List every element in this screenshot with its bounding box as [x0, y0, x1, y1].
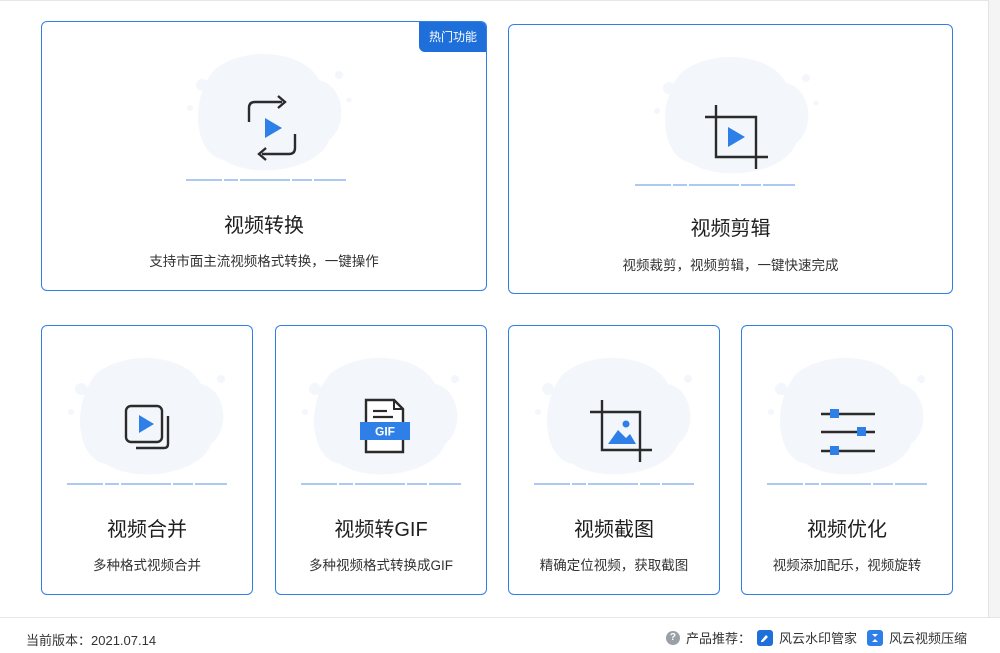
card-video-to-gif[interactable]: GIF 视频转GIF 多种视频格式转换成GIF — [275, 325, 487, 595]
card-title: 视频合并 — [107, 519, 187, 541]
card-title: 视频转换 — [224, 215, 304, 237]
card-desc: 多种格式视频合并 — [93, 558, 201, 573]
top-divider — [0, 0, 1000, 1]
video-convert-illustration — [186, 53, 352, 181]
status-bar: 当前版本：2021.07.14 ? 产品推荐： 风云水印管家 风云视频压缩 — [0, 617, 1000, 653]
card-title: 视频截图 — [574, 519, 654, 541]
product-compress-link[interactable]: 风云视频压缩 — [866, 628, 967, 647]
watermark-app-icon — [756, 629, 773, 646]
card-title: 视频优化 — [807, 519, 887, 541]
product-recommend: ? 产品推荐： 风云水印管家 风云视频压缩 — [665, 628, 967, 647]
card-desc: 精确定位视频，获取截图 — [539, 558, 689, 573]
product-watermark-link[interactable]: 风云水印管家 — [756, 628, 857, 647]
video-edit-illustration — [634, 56, 818, 186]
scrollbar[interactable] — [988, 0, 1000, 617]
video-merge-illustration — [67, 357, 227, 485]
card-video-screenshot[interactable]: 视频截图 精确定位视频，获取截图 — [508, 325, 720, 595]
video-gif-illustration: GIF — [301, 357, 461, 485]
card-title: 视频转GIF — [334, 519, 428, 541]
product-compress-label: 风云视频压缩 — [888, 631, 967, 646]
video-screenshot-illustration — [534, 357, 694, 485]
card-desc: 视频添加配乐，视频旋转 — [772, 558, 922, 573]
card-desc: 视频裁剪，视频剪辑，一键快速完成 — [622, 258, 839, 273]
compress-app-icon — [866, 629, 883, 646]
help-icon[interactable]: ? — [665, 630, 680, 645]
product-watermark-label: 风云水印管家 — [778, 631, 857, 646]
gif-icon-text: GIF — [375, 425, 395, 439]
version-label: 当前版本：2021.07.14 — [26, 633, 157, 648]
gif-file-icon: GIF — [360, 398, 410, 454]
hot-badge: 热门功能 — [418, 22, 486, 52]
card-video-optimize[interactable]: 视频优化 视频添加配乐，视频旋转 — [741, 325, 953, 595]
card-title: 视频剪辑 — [690, 218, 771, 240]
card-video-edit[interactable]: 视频剪辑 视频裁剪，视频剪辑，一键快速完成 — [508, 24, 953, 294]
recommend-label: 产品推荐： — [685, 631, 751, 646]
card-desc: 支持市面主流视频格式转换，一键操作 — [149, 254, 379, 269]
card-video-convert[interactable]: 热门功能 视频转换 支持市面主流视频格式转换，一键操作 — [41, 21, 487, 291]
video-optimize-illustration — [767, 357, 927, 485]
card-video-merge[interactable]: 视频合并 多种格式视频合并 — [41, 325, 253, 595]
card-desc: 多种视频格式转换成GIF — [309, 558, 453, 573]
